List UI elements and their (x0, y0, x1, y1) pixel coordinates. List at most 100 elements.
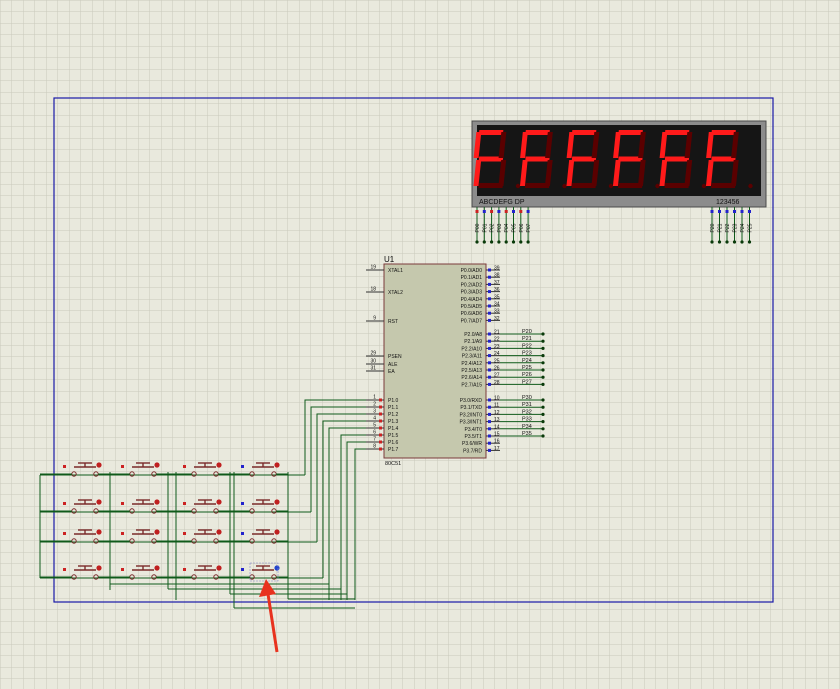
segment-dp (515, 183, 521, 189)
button-indicator (154, 529, 160, 535)
ic-part: 80C51 (385, 461, 401, 467)
seven-segment-display[interactable]: ABCDEFG DP 123456 (471, 120, 767, 208)
ic-pin-label: P3.2/INT0 (459, 412, 482, 418)
ic-pin-number: 25 (494, 358, 500, 364)
segment-a (618, 130, 643, 135)
segment-pin-label: P03 (497, 223, 503, 232)
ic-pin-label: P0.3/AD3 (461, 290, 483, 296)
pin-marker (63, 532, 66, 535)
ic-pin-label: P0.4/AD4 (461, 297, 483, 303)
ic-pin-label: P1.1 (388, 405, 399, 411)
pin-marker (241, 532, 244, 535)
ic-pin-label: P3.5/T1 (464, 434, 482, 440)
ic-pin-number: 33 (494, 309, 500, 315)
pin-marker (183, 568, 186, 571)
button-indicator (154, 565, 160, 571)
select-pin-label: P24 (740, 223, 746, 232)
segment-label: ABCDEFG DP (479, 199, 525, 206)
button-indicator (96, 499, 102, 505)
ic-pin-label: RST (388, 319, 398, 325)
ic-pin-number: 39 (494, 266, 500, 272)
ic-pin-number: 31 (370, 366, 376, 372)
segment-pin-label: P01 (482, 223, 488, 232)
segment-pin-label: P02 (490, 223, 496, 232)
ic-pin-number: 10 (494, 396, 500, 402)
ic-pin-number: 6 (373, 430, 376, 436)
pin-marker (63, 502, 66, 505)
ic-pin-label: P0.6/AD6 (461, 311, 483, 317)
ic-pin-label: P1.6 (388, 440, 399, 446)
button-indicator (216, 462, 222, 468)
ic-pin-label: P3.0/RXD (460, 398, 483, 404)
ic-pin-label: P1.5 (388, 433, 399, 439)
segment-pin-label: P05 (512, 223, 518, 232)
ic-pin-number: 19 (370, 265, 376, 271)
net-label: P21 (522, 336, 532, 342)
pin-marker (63, 568, 66, 571)
net-label: P33 (522, 417, 532, 423)
button-indicator (216, 565, 222, 571)
button-indicator (274, 565, 280, 571)
ic-pin-number: 18 (370, 287, 376, 293)
select-pin-label: P22 (725, 223, 731, 232)
button-indicator (96, 462, 102, 468)
pin-marker (183, 465, 186, 468)
ic-pin-label: P2.0/A8 (464, 332, 482, 338)
ic-pin-label: P1.0 (388, 398, 399, 404)
ic-pin-number: 11 (494, 403, 499, 409)
schematic-canvas[interactable]: ABCDEFG DP 123456 P00 P01 P02 P03 P04 P05 P06 P… (0, 0, 840, 689)
ic-pin-label: P2.7/A15 (461, 382, 482, 388)
ic-pin-number: 14 (494, 424, 500, 430)
ic-pin-label: EA (388, 369, 395, 375)
ic-pin-number: 13 (494, 417, 500, 423)
ic-pin-number: 7 (373, 437, 376, 443)
ic-pin-label: P0.1/AD1 (461, 275, 483, 281)
ic-pin-label: P2.1/A9 (464, 339, 482, 345)
ic-pin-number: 34 (494, 302, 500, 308)
ic-pin-label: ALE (388, 362, 398, 368)
ic-pin-number: 8 (373, 444, 376, 450)
net-label: P32 (522, 409, 532, 415)
ic-pin-number: 27 (494, 373, 500, 379)
segment-dp (562, 183, 567, 189)
ic-pin-number: 37 (494, 280, 500, 286)
select-pin-label: P23 (733, 223, 739, 232)
ic-pin-number: 38 (494, 273, 500, 279)
button-indicator (274, 529, 280, 535)
ic-pin-number: 29 (370, 351, 376, 357)
pin-marker (241, 568, 244, 571)
button-indicator (216, 529, 222, 535)
ic-pin-label: P1.2 (388, 412, 399, 418)
pin-marker (63, 465, 66, 468)
net-label: P25 (522, 365, 532, 371)
ic-pin-label: PSEN (388, 354, 402, 360)
ic-pin-label: P1.3 (388, 419, 399, 425)
ic-pin-number: 15 (494, 432, 500, 438)
pin-marker (121, 532, 124, 535)
segment-a (711, 130, 736, 135)
ic-pin-number: 5 (373, 423, 376, 429)
ic-pin-number: 16 (494, 439, 500, 445)
button-indicator (274, 499, 280, 505)
ic-pin-label: P0.5/AD5 (461, 304, 483, 310)
ic-pin-label: XTAL1 (388, 268, 403, 274)
segment-pin-label: P04 (504, 223, 510, 232)
ic-pin-label: P2.4/A12 (461, 361, 482, 367)
segment-a (571, 130, 597, 135)
segment-dp (701, 183, 707, 189)
ic-pin-number: 30 (370, 359, 376, 365)
ic-ref: U1 (384, 255, 395, 264)
net-label: P23 (522, 351, 532, 357)
pin-marker (183, 532, 186, 535)
ic-pin-label: P3.3/INT1 (459, 420, 482, 426)
net-label: P34 (522, 424, 532, 430)
ic-pin-label: P3.6/WR (462, 441, 482, 447)
net-label: P20 (522, 329, 532, 335)
ic-pin-label: P0.0/AD0 (461, 268, 483, 274)
ic-pin-number: 28 (494, 380, 500, 386)
ic-pin-number: 22 (494, 337, 500, 343)
ic-pin-number: 35 (494, 294, 500, 300)
segment-dp (655, 183, 660, 189)
segment-pin-label: P00 (475, 223, 481, 232)
ic-pin-label: P1.7 (388, 447, 399, 453)
